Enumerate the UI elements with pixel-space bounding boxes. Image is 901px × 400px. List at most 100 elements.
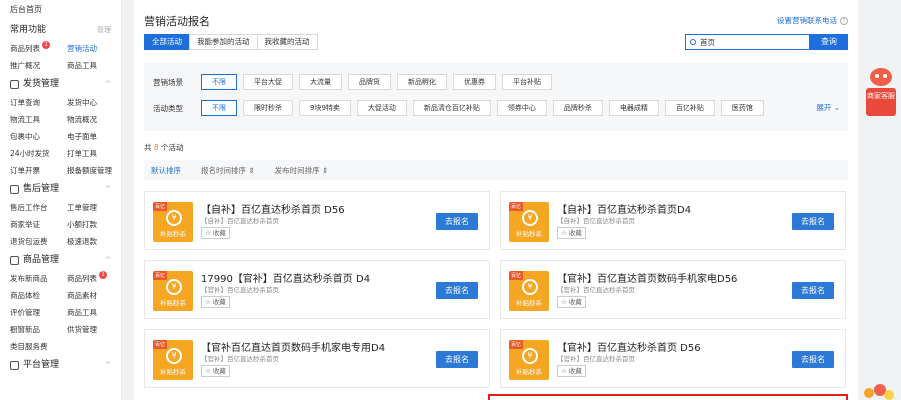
type-filter-chip[interactable]: 9块9特卖 bbox=[299, 100, 351, 116]
type-filter-chip[interactable]: 医药馆 bbox=[720, 100, 764, 116]
sidebar-section-header[interactable]: 发货管理 ^ bbox=[10, 74, 111, 94]
favorite-button[interactable]: ☆ 收藏 bbox=[201, 365, 230, 377]
sidebar-item-label[interactable]: 商品工具 bbox=[67, 308, 97, 317]
merchant-service-widget[interactable]: 商家客服 bbox=[866, 68, 896, 116]
apply-button[interactable]: 去报名 bbox=[436, 282, 478, 299]
help-icon[interactable]: ? bbox=[840, 17, 848, 25]
type-filter-chip[interactable]: 新品清仓百亿补贴 bbox=[412, 100, 491, 116]
sidebar-item-label[interactable]: 商家举证 bbox=[10, 220, 40, 229]
collapse-icon[interactable]: ^ bbox=[105, 355, 111, 375]
sidebar-item-label[interactable]: 售后工作台 bbox=[10, 203, 48, 212]
sidebar-item[interactable]: 商品工具 bbox=[67, 57, 122, 74]
sidebar-item[interactable]: 物流工具 bbox=[10, 111, 67, 128]
sidebar-item[interactable]: 24小时发货 bbox=[10, 145, 67, 162]
sidebar-item[interactable]: 橱窗新品 bbox=[10, 321, 67, 338]
scene-filter-chip[interactable]: 不限 bbox=[201, 74, 237, 90]
apply-button[interactable]: 去报名 bbox=[792, 282, 834, 299]
sidebar-item-label[interactable]: 包裹中心 bbox=[10, 132, 40, 141]
sort-by-publish-time[interactable]: 发布时间排序 ⇕ bbox=[275, 165, 329, 176]
apply-button[interactable]: 去报名 bbox=[792, 213, 834, 230]
sidebar-item[interactable]: 包裹中心 bbox=[10, 128, 67, 145]
sidebar-item-label[interactable]: 工单管理 bbox=[67, 203, 97, 212]
sidebar-item[interactable]: 商品素材 bbox=[67, 287, 122, 304]
sidebar-item[interactable]: 打单工具 bbox=[67, 145, 122, 162]
collapse-icon[interactable]: ^ bbox=[105, 250, 111, 270]
sidebar-item[interactable]: 订单查询 bbox=[10, 94, 67, 111]
sidebar-item-label[interactable]: 发货中心 bbox=[67, 98, 97, 107]
scene-filter-chip[interactable]: 优惠券 bbox=[453, 74, 496, 90]
sidebar-item[interactable]: 售后工作台 bbox=[10, 199, 67, 216]
sidebar-item-label[interactable]: 电子面单 bbox=[67, 132, 97, 141]
sidebar-item[interactable]: 商品体检 bbox=[10, 287, 67, 304]
sidebar-item[interactable]: 小额打款 bbox=[67, 216, 122, 233]
sidebar-item-label[interactable]: 商品列表 bbox=[10, 44, 40, 53]
sidebar-item[interactable]: 工单管理 bbox=[67, 199, 122, 216]
type-filter-chip[interactable]: 大促活动 bbox=[356, 100, 407, 116]
sidebar-item[interactable]: 发布新商品 bbox=[10, 270, 67, 287]
scene-filter-chip[interactable]: 平台大促 bbox=[243, 74, 293, 90]
sidebar-item-label[interactable]: 订单开票 bbox=[10, 166, 40, 175]
sort-by-signup-time[interactable]: 报名时间排序 ⇕ bbox=[201, 165, 255, 176]
favorite-button[interactable]: ☆ 收藏 bbox=[557, 296, 586, 308]
sidebar-item-label[interactable]: 橱窗新品 bbox=[10, 325, 40, 334]
type-filter-chip[interactable]: 品牌秒杀 bbox=[552, 100, 603, 116]
sidebar-item-label[interactable]: 商品体检 bbox=[10, 291, 40, 300]
favorite-button[interactable]: ☆ 收藏 bbox=[557, 365, 586, 377]
collapse-icon[interactable]: ^ bbox=[105, 179, 111, 199]
sidebar-item-label[interactable]: 推广概况 bbox=[10, 61, 40, 70]
sidebar-item[interactable]: 订单开票 bbox=[10, 162, 67, 179]
sidebar-item-label[interactable]: 商品素材 bbox=[67, 291, 97, 300]
sidebar-item-label[interactable]: 极速退款 bbox=[67, 237, 97, 246]
sidebar-item-label[interactable]: 类目服务费 bbox=[10, 342, 48, 351]
sidebar-item[interactable]: 商家举证 bbox=[10, 216, 67, 233]
sidebar-item[interactable]: 商品列表 1 bbox=[10, 40, 67, 57]
sidebar-item[interactable]: 发货中心 bbox=[67, 94, 122, 111]
search-input[interactable]: 首页 bbox=[685, 34, 810, 50]
type-filter-chip[interactable]: 电器成精 bbox=[608, 100, 659, 116]
favorite-button[interactable]: ☆ 收藏 bbox=[201, 227, 230, 239]
sidebar-item-label[interactable]: 评价管理 bbox=[10, 308, 40, 317]
sidebar-section-header[interactable]: 常用功能 管理 bbox=[10, 20, 111, 40]
favorite-button[interactable]: ☆ 收藏 bbox=[201, 296, 230, 308]
scene-filter-chip[interactable]: 大流量 bbox=[299, 74, 342, 90]
sidebar-item-label[interactable]: 供货管理 bbox=[67, 325, 97, 334]
scene-filter-chip[interactable]: 品牌货 bbox=[348, 74, 391, 90]
collapse-icon[interactable]: ^ bbox=[105, 74, 111, 94]
sidebar-item-label[interactable]: 报备额度管理 bbox=[67, 166, 112, 175]
sidebar-item-label[interactable]: 物流概况 bbox=[67, 115, 97, 124]
favorite-button[interactable]: ☆ 收藏 bbox=[557, 227, 586, 239]
sidebar-item-label[interactable]: 发布新商品 bbox=[10, 274, 48, 283]
sidebar-item[interactable]: 供货管理 bbox=[67, 321, 122, 338]
tab-favorite-activities[interactable]: 我收藏的活动 bbox=[256, 34, 318, 50]
sidebar-item[interactable]: 电子面单 bbox=[67, 128, 122, 145]
tab-all-activities[interactable]: 全部活动 bbox=[144, 34, 190, 50]
apply-button[interactable]: 去报名 bbox=[436, 213, 478, 230]
sidebar-item[interactable]: 类目服务费 bbox=[10, 338, 67, 355]
sidebar-section-header[interactable]: 商品管理 ^ bbox=[10, 250, 111, 270]
expand-filters-button[interactable]: 展开 ⌄ bbox=[816, 102, 840, 113]
sidebar-item[interactable]: 报备额度管理 bbox=[67, 162, 122, 179]
sidebar-item[interactable]: 退货包运费 bbox=[10, 233, 67, 250]
sidebar-item[interactable]: 商品工具 bbox=[67, 304, 122, 321]
type-filter-chip[interactable]: 限时秒杀 bbox=[243, 100, 293, 116]
type-filter-chip[interactable]: 百亿补贴 bbox=[664, 100, 715, 116]
apply-button[interactable]: 去报名 bbox=[792, 351, 834, 368]
search-button[interactable]: 查询 bbox=[810, 34, 848, 50]
sidebar-item-label[interactable]: 退货包运费 bbox=[10, 237, 48, 246]
service-label[interactable]: 商家客服 bbox=[866, 88, 896, 116]
sidebar-item-label[interactable]: 订单查询 bbox=[10, 98, 40, 107]
type-filter-chip[interactable]: 领券中心 bbox=[496, 100, 547, 116]
sidebar-item[interactable]: 推广概况 bbox=[10, 57, 67, 74]
sidebar-section-header[interactable]: 平台管理 ^ bbox=[10, 355, 111, 375]
apply-button[interactable]: 去报名 bbox=[436, 351, 478, 368]
sidebar-item[interactable]: 评价管理 bbox=[10, 304, 67, 321]
sidebar-item-label[interactable]: 打单工具 bbox=[67, 149, 97, 158]
contact-label[interactable]: 设置营销联系电话 bbox=[777, 16, 837, 25]
sidebar-item[interactable]: 极速退款 bbox=[67, 233, 122, 250]
type-filter-chip[interactable]: 不限 bbox=[201, 100, 237, 116]
sidebar-home-link[interactable]: 后台首页 bbox=[0, 0, 121, 20]
scene-filter-chip[interactable]: 平台补贴 bbox=[502, 74, 552, 90]
manage-link[interactable]: 管理 bbox=[97, 20, 111, 40]
sidebar-item-label[interactable]: 小额打款 bbox=[67, 220, 97, 229]
sidebar-item-label[interactable]: 24小时发货 bbox=[10, 149, 50, 158]
